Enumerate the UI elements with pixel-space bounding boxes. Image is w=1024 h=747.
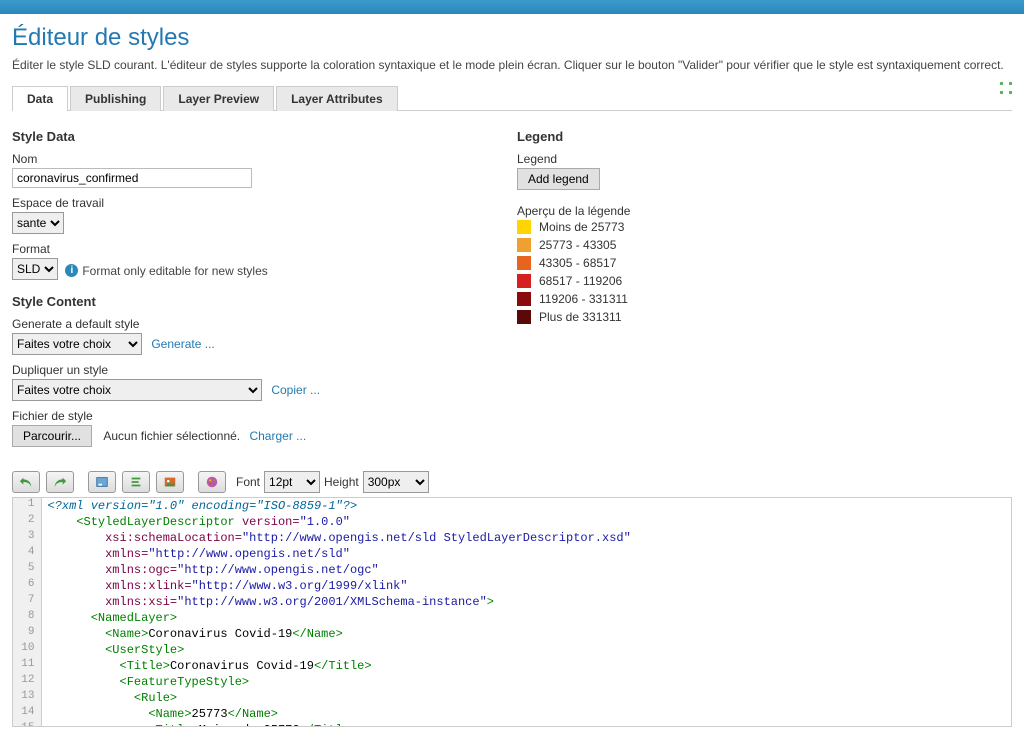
height-label: Height [324,475,359,489]
tab-data[interactable]: Data [12,86,68,111]
generate-select[interactable]: Faites votre choix [12,333,142,355]
generate-label: Generate a default style [12,317,507,331]
legend-item-label: 68517 - 119206 [539,274,622,288]
legend-row: 119206 - 331311 [517,292,1012,306]
font-label: Font [236,475,260,489]
browse-button[interactable]: Parcourir... [12,425,92,447]
info-icon: i [65,264,78,277]
height-select[interactable]: 300px [363,471,429,493]
copy-label: Dupliquer un style [12,363,507,377]
legend-item-label: Moins de 25773 [539,220,624,234]
legend-swatch [517,220,531,234]
workspace-label: Espace de travail [12,196,507,210]
generate-link[interactable]: Generate ... [151,337,214,351]
reformat-icon[interactable] [122,471,150,493]
workspace-select[interactable]: sante [12,212,64,234]
legend-label: Legend [517,152,1012,166]
tab-layer-preview[interactable]: Layer Preview [163,86,274,111]
style-content-heading: Style Content [12,294,507,309]
tab-layer-attributes[interactable]: Layer Attributes [276,86,398,111]
legend-swatch [517,256,531,270]
legend-swatch [517,292,531,306]
file-none-text: Aucun fichier sélectionné. [103,429,240,443]
legend-swatch [517,310,531,324]
fullscreen-icon[interactable] [1000,82,1012,94]
copy-link[interactable]: Copier ... [271,383,320,397]
undo-icon[interactable] [12,471,40,493]
legend-preview-label: Aperçu de la légende [517,204,1012,218]
goto-line-icon[interactable] [88,471,116,493]
legend-row: Plus de 331311 [517,310,1012,324]
legend-item-label: Plus de 331311 [539,310,622,324]
legend-row: 25773 - 43305 [517,238,1012,252]
load-link[interactable]: Charger ... [249,429,306,443]
font-select[interactable]: 12pt [264,471,320,493]
choose-color-icon[interactable] [198,471,226,493]
legend-row: 43305 - 68517 [517,256,1012,270]
add-legend-button[interactable]: Add legend [517,168,600,190]
page-desc: Éditer le style SLD courant. L'éditeur d… [12,58,1012,72]
format-select[interactable]: SLD [12,258,58,280]
code-editor[interactable]: 1<?xml version="1.0" encoding="ISO-8859-… [12,497,1012,727]
redo-icon[interactable] [46,471,74,493]
top-bar [0,0,1024,14]
tabs: DataPublishingLayer PreviewLayer Attribu… [12,86,1012,111]
legend-item-label: 25773 - 43305 [539,238,616,252]
name-label: Nom [12,152,507,166]
legend-heading: Legend [517,129,1012,144]
copy-select[interactable]: Faites votre choix [12,379,262,401]
legend-swatch [517,274,531,288]
style-data-heading: Style Data [12,129,507,144]
tab-publishing[interactable]: Publishing [70,86,161,111]
file-label: Fichier de style [12,409,507,423]
editor-toolbar: Font 12pt Height 300px [12,471,1012,493]
legend-item-label: 119206 - 331311 [539,292,628,306]
legend-swatch [517,238,531,252]
format-label: Format [12,242,507,256]
name-input[interactable] [12,168,252,188]
legend-row: Moins de 25773 [517,220,1012,234]
legend-row: 68517 - 119206 [517,274,1012,288]
insert-image-icon[interactable] [156,471,184,493]
page-title: Éditeur de styles [12,24,1012,52]
legend-item-label: 43305 - 68517 [539,256,616,270]
format-hint: Format only editable for new styles [82,264,267,278]
